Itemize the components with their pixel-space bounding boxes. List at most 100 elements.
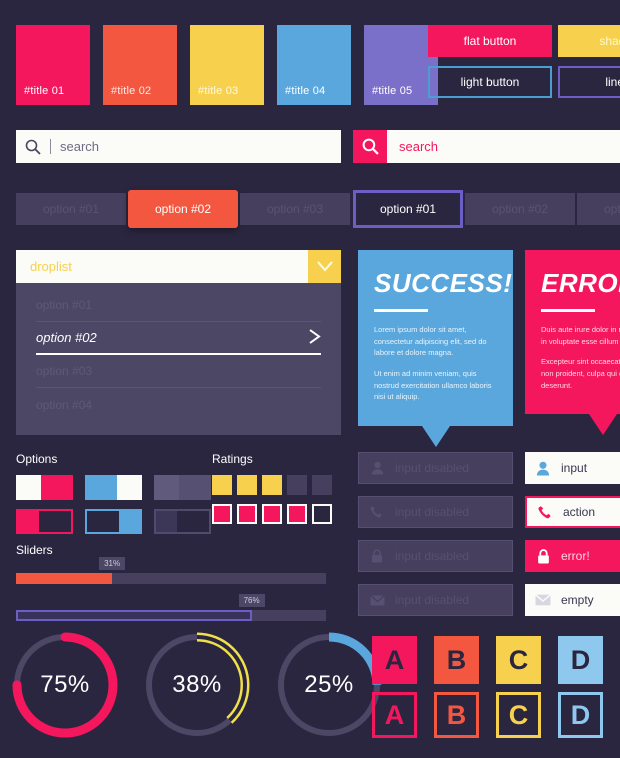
droplist-option[interactable]: option #01 <box>36 289 321 322</box>
slider-value-badge: 76% <box>238 594 265 607</box>
title-tile[interactable]: #title 01 <box>16 25 90 105</box>
input-column-active: input action error! empty <box>525 452 620 628</box>
letter-badge-d[interactable]: D <box>558 692 603 738</box>
letter-row-solid: A B C D <box>372 636 603 684</box>
star-icon-empty[interactable] <box>312 475 332 495</box>
title-tile[interactable]: #title 05 <box>364 25 438 105</box>
toggle-switch-disabled <box>154 509 211 534</box>
input-text: action <box>563 505 596 519</box>
ratings-label: Ratings <box>212 452 253 466</box>
droplist-option-selected[interactable]: option #02 <box>36 322 321 355</box>
input-text: error! <box>561 549 590 563</box>
letter-label: D <box>570 644 591 675</box>
progress-circles: 75% 38% 25% <box>8 628 386 742</box>
letter-badge-b[interactable]: B <box>434 692 479 738</box>
toggle-knob <box>154 475 179 500</box>
droplist-options: option #01 option #02 option #03 option … <box>16 283 341 435</box>
lock-icon <box>359 549 395 563</box>
toggle-switch-on[interactable] <box>16 509 73 534</box>
input-disabled-phone: input disabled <box>358 496 513 528</box>
message-paragraph: Excepteur sint occaecat cupidatat non pr… <box>541 357 620 390</box>
slider-fill <box>16 610 252 621</box>
message-paragraph: Duis aute irure dolor in reprehenderit i… <box>541 325 620 346</box>
star-icon-filled[interactable] <box>212 475 232 495</box>
star-icon-filled[interactable] <box>287 504 307 524</box>
title-tiles: #title 01 #title 02 #title 03 #title 04 … <box>16 25 438 105</box>
toggle-row-solid <box>16 475 211 500</box>
progress-value: 25% <box>304 671 354 698</box>
star-icon-filled[interactable] <box>237 475 257 495</box>
letter-label: B <box>446 699 467 730</box>
tab-option-02[interactable]: option #02 <box>128 190 238 228</box>
toggle-switch-on[interactable] <box>16 475 73 500</box>
tab-option-01[interactable]: option #01 <box>353 190 463 228</box>
toggle-switch-off[interactable] <box>85 475 142 500</box>
toggle-row-outline <box>16 509 211 534</box>
linear-button[interactable]: linear <box>558 66 620 98</box>
message-tail <box>588 414 617 436</box>
search-input[interactable]: search <box>387 139 438 154</box>
input-field-error[interactable]: error! <box>525 540 620 572</box>
tab-option-03[interactable]: option #03 <box>240 193 350 225</box>
title-tile[interactable]: #title 04 <box>277 25 351 105</box>
letter-badge-c[interactable]: C <box>496 692 541 738</box>
letter-badge-c[interactable]: C <box>496 636 541 684</box>
toggle-switch-disabled <box>154 475 211 500</box>
input-field-user[interactable]: input <box>525 452 620 484</box>
droplist-header[interactable]: droplist <box>16 250 341 283</box>
title-tile[interactable]: #title 03 <box>190 25 264 105</box>
slider-fill <box>16 573 113 584</box>
tab-option-02[interactable]: option #02 <box>465 193 575 225</box>
options-section: Options <box>16 452 211 534</box>
tab-option-03[interactable]: option #03 <box>577 193 620 225</box>
shadow-button[interactable]: shadow <box>558 25 620 57</box>
input-text: input disabled <box>395 505 470 519</box>
droplist-option[interactable]: option #03 <box>36 355 321 388</box>
toggle-switch-off[interactable] <box>85 509 142 534</box>
droplist-option[interactable]: option #04 <box>36 388 321 421</box>
light-button[interactable]: light button <box>428 66 552 98</box>
toggle-knob <box>16 475 41 500</box>
letter-label: C <box>508 699 529 730</box>
search-icon <box>16 130 50 163</box>
star-icon-filled[interactable] <box>262 475 282 495</box>
star-icon-filled[interactable] <box>237 504 257 524</box>
tile-label: #title 05 <box>372 85 413 97</box>
tab-option-01[interactable]: option #01 <box>16 193 126 225</box>
sliders-section: Sliders 31% 76% <box>16 543 326 621</box>
progress-circle-25: 25% <box>272 628 386 742</box>
input-field-empty[interactable]: empty <box>525 584 620 616</box>
toggle-knob <box>119 511 140 532</box>
input-field-action[interactable]: action <box>525 496 620 528</box>
message-paragraph: Ut enim ad minim veniam, quis nostrud ex… <box>374 368 492 402</box>
input-text: input <box>561 461 588 475</box>
droplist[interactable]: droplist option #01 option #02 option #0… <box>16 250 341 435</box>
progress-circle-75: 75% <box>8 628 122 742</box>
chevron-down-icon[interactable] <box>308 250 341 283</box>
tile-label: #title 02 <box>111 85 152 97</box>
droplist-option-label: option #02 <box>36 330 97 345</box>
slider-outline[interactable]: 76% <box>16 594 326 621</box>
star-icon-filled[interactable] <box>262 504 282 524</box>
search-icon[interactable] <box>353 130 387 163</box>
title-tile[interactable]: #title 02 <box>103 25 177 105</box>
search-input[interactable]: search <box>60 139 99 154</box>
slider-solid[interactable]: 31% <box>16 557 326 584</box>
letter-badge-b[interactable]: B <box>434 636 479 684</box>
progress-value: 38% <box>172 671 222 698</box>
search-bar-pink[interactable]: search <box>353 130 620 163</box>
star-icon-empty[interactable] <box>312 504 332 524</box>
tile-label: #title 04 <box>285 85 326 97</box>
star-icon-empty[interactable] <box>287 475 307 495</box>
slider-value-badge: 31% <box>99 557 126 570</box>
search-bar-plain[interactable]: search <box>16 130 341 163</box>
star-icon-filled[interactable] <box>212 504 232 524</box>
letter-badge-d[interactable]: D <box>558 636 603 684</box>
letter-label: B <box>446 644 467 675</box>
letter-badge-a[interactable]: A <box>372 636 417 684</box>
letter-badge-a[interactable]: A <box>372 692 417 738</box>
error-message-box: ERROR! Duis aute irure dolor in reprehen… <box>525 250 620 436</box>
flat-button[interactable]: flat button <box>428 25 552 57</box>
input-text: input disabled <box>395 461 470 475</box>
lock-icon <box>525 548 561 564</box>
